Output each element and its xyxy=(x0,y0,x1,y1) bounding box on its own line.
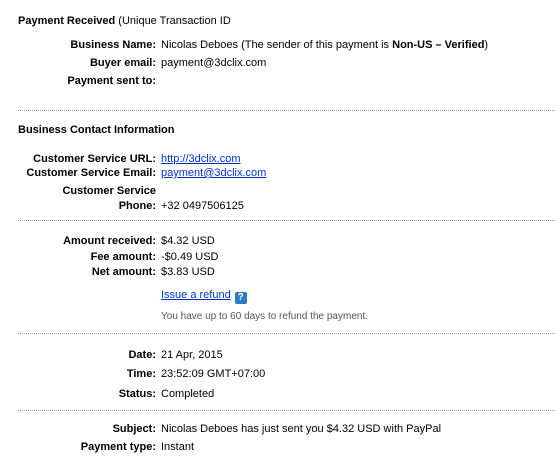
net-amount-value: $3.83 USD xyxy=(161,266,215,278)
transaction-id-text: (Unique Transaction ID xyxy=(118,15,231,27)
payment-sent-to-label: Payment sent to: xyxy=(67,75,156,87)
customer-service-phone-label-line1: Customer Service xyxy=(62,185,156,197)
separator xyxy=(18,110,555,111)
customer-service-phone-label-line2: Phone: xyxy=(118,200,156,212)
subject-label: Subject: xyxy=(112,423,156,435)
status-label: Status: xyxy=(118,388,156,400)
subject-value: Nicolas Deboes has just sent you $4.32 U… xyxy=(161,423,442,435)
date-value: 21 Apr, 2015 xyxy=(161,349,223,361)
refund-row: Issue a refund? xyxy=(161,289,247,304)
amount-received-value: $4.32 USD xyxy=(161,235,215,247)
customer-service-url-link[interactable]: http://3dclix.com xyxy=(161,153,240,165)
fee-amount-label: Fee amount: xyxy=(90,251,156,263)
business-name-label: Business Name: xyxy=(70,39,156,51)
customer-service-email-link-wrap: payment@3dclix.com xyxy=(161,167,266,179)
customer-service-phone-value: +32 0497506125 xyxy=(161,200,244,212)
customer-service-email-label: Customer Service Email: xyxy=(26,167,156,179)
help-icon[interactable]: ? xyxy=(234,292,247,304)
separator xyxy=(18,220,555,221)
fee-amount-value: -$0.49 USD xyxy=(161,251,219,263)
amount-received-label: Amount received: xyxy=(63,235,156,247)
business-contact-heading: Business Contact Information xyxy=(18,124,175,136)
time-label: Time: xyxy=(126,368,156,380)
date-label: Date: xyxy=(128,349,156,361)
customer-service-url-link-wrap: http://3dclix.com xyxy=(161,153,240,165)
issue-refund-link[interactable]: Issue a refund xyxy=(161,289,231,301)
sender-name-text: Nicolas Deboes (The sender of this payme… xyxy=(161,39,390,51)
customer-service-email-link[interactable]: payment@3dclix.com xyxy=(161,167,266,179)
refund-note: You have up to 60 days to refund the pay… xyxy=(161,311,369,322)
payment-type-label: Payment type: xyxy=(80,441,156,453)
payment-received-title: Payment Received xyxy=(18,15,116,27)
separator xyxy=(18,333,555,334)
buyer-email-value: payment@3dclix.com xyxy=(161,57,267,69)
sender-verification-status: Non-US – Verified xyxy=(392,39,485,51)
time-value: 23:52:09 GMT+07:00 xyxy=(161,368,266,380)
buyer-email-label: Buyer email: xyxy=(89,57,156,69)
status-value: Completed xyxy=(161,388,215,400)
closing-paren: ) xyxy=(484,39,489,51)
customer-service-url-label: Customer Service URL: xyxy=(33,153,156,165)
separator xyxy=(18,410,555,411)
net-amount-label: Net amount: xyxy=(91,266,156,278)
page-title: Payment Received (Unique Transaction ID xyxy=(18,15,231,27)
business-name-value: Nicolas Deboes (The sender of this payme… xyxy=(161,39,488,51)
payment-type-value: Instant xyxy=(161,441,195,453)
